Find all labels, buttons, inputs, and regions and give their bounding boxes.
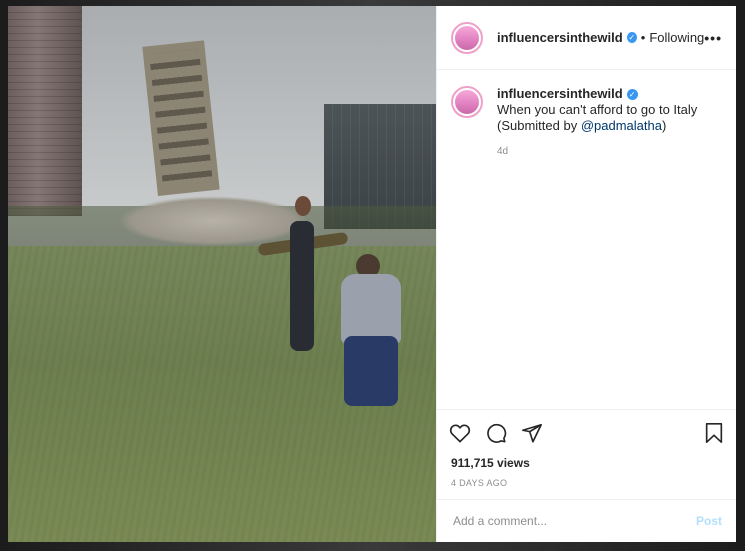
caption-username-link[interactable]: influencersinthewild [497, 86, 623, 101]
comment-form: Post [437, 499, 736, 542]
photographer [341, 274, 401, 344]
bookmark-icon[interactable] [704, 422, 724, 444]
post-header: influencersinthewild ✓ • Following ••• [437, 6, 736, 70]
mention-link[interactable]: @padmalatha [581, 118, 662, 133]
photographer-legs [344, 336, 398, 406]
post-time-ago[interactable]: 4 DAYS AGO [437, 470, 736, 488]
separator-dot: • [640, 30, 646, 45]
demolition-rubble [118, 196, 308, 246]
person-head [295, 196, 311, 216]
verified-badge-icon: ✓ [626, 89, 638, 100]
post-media-video[interactable] [8, 6, 436, 542]
comment-input[interactable] [451, 513, 696, 529]
avatar[interactable] [451, 21, 483, 54]
actions-section: 911,715 views 4 DAYS AGO [437, 409, 736, 488]
verified-badge-icon: ✓ [626, 32, 637, 43]
action-icons [437, 410, 736, 446]
comment-icon[interactable] [485, 422, 507, 444]
username-link[interactable]: influencersinthewild [497, 30, 623, 45]
caption-line: When you can't afford to go to Italy [497, 102, 698, 117]
skyscraper [8, 6, 82, 216]
caption-line-2: (Submitted by @padmalatha) [497, 118, 697, 134]
heart-icon[interactable] [449, 423, 471, 443]
caption-suffix: ) [661, 118, 667, 133]
caption-avatar[interactable] [451, 86, 483, 118]
person-posing [290, 221, 314, 351]
view-count[interactable]: 911,715 views [437, 446, 736, 470]
caption-timestamp[interactable]: 4d [497, 144, 697, 160]
share-icon[interactable] [521, 422, 543, 444]
post-modal: influencersinthewild ✓ • Following ••• i… [8, 6, 736, 542]
avatar-image [455, 90, 479, 114]
avatar-image [455, 25, 479, 50]
caption-prefix: (Submitted by [497, 118, 581, 133]
following-button[interactable]: Following [649, 30, 704, 45]
caption-text: influencersinthewild ✓ When you can't aff… [497, 86, 697, 160]
caption-block: influencersinthewild ✓ When you can't aff… [437, 70, 736, 160]
more-options-icon[interactable]: ••• [704, 30, 722, 46]
post-sidebar: influencersinthewild ✓ • Following ••• i… [436, 6, 736, 542]
post-comment-button[interactable]: Post [696, 514, 722, 528]
